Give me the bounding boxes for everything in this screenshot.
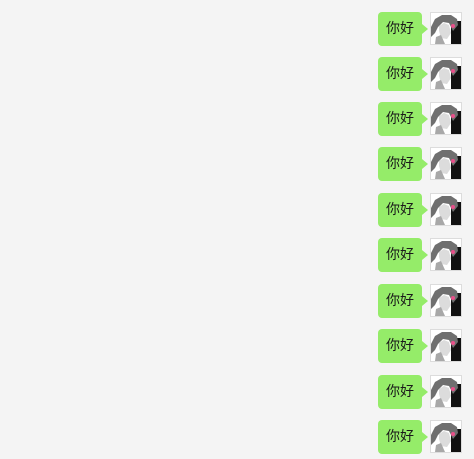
user-avatar[interactable] — [430, 284, 462, 317]
user-avatar[interactable] — [430, 57, 462, 90]
user-avatar[interactable] — [430, 329, 462, 362]
avatar-icon — [431, 239, 461, 270]
message-bubble[interactable]: 你好 — [378, 193, 428, 227]
message-bubble[interactable]: 你好 — [378, 329, 428, 363]
message-bubble[interactable]: 你好 — [378, 420, 428, 454]
message-row: 你好 — [342, 57, 462, 91]
message-bubble[interactable]: 你好 — [378, 12, 428, 46]
avatar-icon — [431, 58, 461, 89]
user-avatar[interactable] — [430, 375, 462, 408]
message-row: 你好 — [342, 147, 462, 181]
message-row: 你好 — [342, 12, 462, 46]
avatar-icon — [431, 421, 461, 452]
message-row: 你好 — [342, 420, 462, 454]
avatar-icon — [431, 376, 461, 407]
avatar-icon — [431, 148, 461, 179]
message-row: 你好 — [342, 375, 462, 409]
message-bubble[interactable]: 你好 — [378, 375, 428, 409]
message-bubble[interactable]: 你好 — [378, 57, 428, 91]
message-row: 你好 — [342, 193, 462, 227]
user-avatar[interactable] — [430, 12, 462, 45]
user-avatar[interactable] — [430, 238, 462, 271]
avatar-icon — [431, 13, 461, 44]
message-bubble[interactable]: 你好 — [378, 284, 428, 318]
avatar-icon — [431, 103, 461, 134]
message-bubble[interactable]: 你好 — [378, 102, 428, 136]
avatar-icon — [431, 330, 461, 361]
message-row: 你好 — [342, 102, 462, 136]
user-avatar[interactable] — [430, 420, 462, 453]
message-row: 你好 — [342, 329, 462, 363]
user-avatar[interactable] — [430, 193, 462, 226]
avatar-icon — [431, 285, 461, 316]
message-bubble[interactable]: 你好 — [378, 238, 428, 272]
message-row: 你好 — [342, 238, 462, 272]
chat-message-list: 你好 你好 你好 你好 你好 你好 你好 你好 你好 你好 — [0, 0, 474, 459]
message-bubble[interactable]: 你好 — [378, 147, 428, 181]
message-row: 你好 — [342, 284, 462, 318]
user-avatar[interactable] — [430, 102, 462, 135]
user-avatar[interactable] — [430, 147, 462, 180]
avatar-icon — [431, 194, 461, 225]
